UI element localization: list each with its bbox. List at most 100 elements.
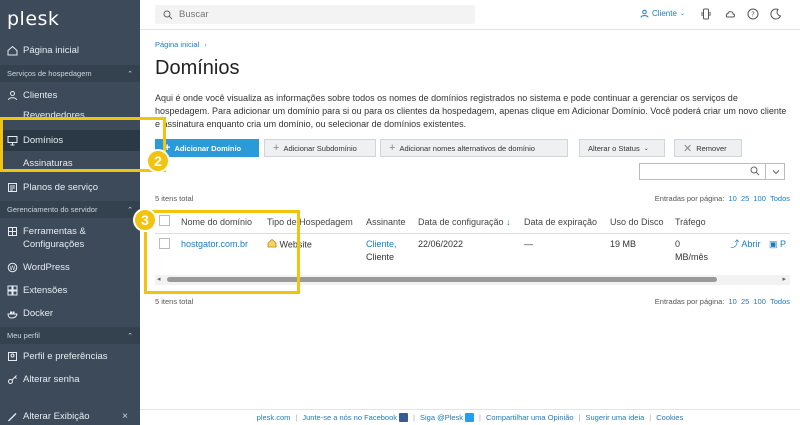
per-page-all[interactable]: Todos xyxy=(770,194,790,203)
subscriber-name: Cliente xyxy=(366,251,395,262)
user-icon xyxy=(640,9,649,18)
mobile-icon[interactable] xyxy=(700,8,712,20)
col-expiration[interactable]: Data de expiração xyxy=(520,211,606,234)
open-action[interactable]: ⤴ Abrir xyxy=(730,239,763,249)
footer-link-facebook[interactable]: Junte-se a nós no Facebook xyxy=(302,413,397,422)
breadcrumb-home[interactable]: Página inicial xyxy=(155,40,199,49)
svg-text:?: ? xyxy=(751,11,755,19)
divider: | xyxy=(295,413,298,422)
traffic-value: 0 xyxy=(675,238,681,249)
chevron-up-icon: ⌃ xyxy=(127,206,133,214)
divider: | xyxy=(578,413,581,422)
sidebar-item-wordpress[interactable]: W WordPress xyxy=(0,257,140,278)
plans-icon xyxy=(7,182,18,193)
key-icon xyxy=(7,374,18,385)
preview-action[interactable]: ▣ P xyxy=(769,239,786,249)
sidebar-item-extensions[interactable]: Extensões xyxy=(0,280,140,301)
plesk-logo[interactable]: plesk xyxy=(7,8,59,30)
per-page-100[interactable]: 100 xyxy=(753,194,766,203)
sidebar-section-profile[interactable]: Meu perfil ⌃ xyxy=(0,327,140,344)
cloud-icon[interactable] xyxy=(724,8,736,20)
change-status-button[interactable]: Alterar o Status ⌄ xyxy=(579,139,665,157)
per-page-bottom: Entradas por página: 10 25 100 Todos xyxy=(655,297,790,306)
sidebar-item-change-password[interactable]: Alterar senha xyxy=(0,369,140,390)
footer-link-opinion[interactable]: Compartilhar uma Opinião xyxy=(486,413,574,422)
sidebar-section-hosting[interactable]: Serviços de hospedagem ⌃ xyxy=(0,65,140,82)
sidebar-item-label: Docker xyxy=(23,308,54,319)
col-setup-date[interactable]: Data de configuração ↓ xyxy=(414,211,520,234)
wordpress-icon: W xyxy=(7,262,18,273)
sidebar-item-label: Planos de serviço xyxy=(23,182,98,193)
filter-dropdown[interactable] xyxy=(765,163,785,180)
sidebar-item-docker[interactable]: Docker xyxy=(0,303,140,324)
chevron-down-icon: ⌄ xyxy=(679,11,685,17)
preview-label: P xyxy=(779,238,786,249)
top-bar: Cliente ⌄ ? xyxy=(140,0,800,30)
button-label: Adicionar Domínio xyxy=(174,143,242,153)
per-page-25[interactable]: 25 xyxy=(741,297,749,306)
home-icon xyxy=(7,45,18,56)
col-subscriber[interactable]: Assinante xyxy=(362,211,414,234)
scroll-right-icon[interactable]: ▸ xyxy=(782,275,786,283)
per-page-10[interactable]: 10 xyxy=(729,297,737,306)
footer-link-cookies[interactable]: Cookies xyxy=(656,413,683,422)
divider: | xyxy=(413,413,415,422)
x-icon: ✕ xyxy=(683,142,693,155)
sidebar: plesk Página inicial Serviços de hospeda… xyxy=(0,0,140,425)
close-icon[interactable]: × xyxy=(122,411,128,422)
button-label: Adicionar Subdomínio xyxy=(283,143,357,153)
sidebar-item-home[interactable]: Página inicial xyxy=(0,40,140,61)
per-page-10[interactable]: 10 xyxy=(729,194,737,203)
search-icon[interactable] xyxy=(750,166,760,176)
add-domain-button[interactable]: + Adicionar Domínio xyxy=(155,139,259,157)
per-page-100[interactable]: 100 xyxy=(753,297,766,306)
col-label: Data de configuração xyxy=(418,216,504,227)
plus-icon: + xyxy=(273,142,280,154)
per-page-25[interactable]: 25 xyxy=(741,194,749,203)
sidebar-item-label: WordPress xyxy=(23,262,70,273)
moon-icon[interactable] xyxy=(770,8,782,20)
sidebar-item-clients[interactable]: Clientes xyxy=(0,85,140,106)
preview-icon: ▣ xyxy=(768,238,778,249)
remove-button[interactable]: ✕ Remover xyxy=(674,139,742,157)
sidebar-item-change-view[interactable]: Alterar Exibição × xyxy=(0,408,140,425)
sidebar-section-server[interactable]: Gerenciamento do servidor ⌃ xyxy=(0,201,140,218)
open-label: Abrir xyxy=(741,238,761,249)
sidebar-item-service-plans[interactable]: Planos de serviço xyxy=(0,177,140,198)
help-icon[interactable]: ? xyxy=(747,8,759,20)
svg-text:W: W xyxy=(10,265,16,272)
search-input[interactable] xyxy=(179,9,459,20)
twitter-icon xyxy=(465,413,475,422)
button-label: Alterar o Status xyxy=(588,143,640,153)
user-menu[interactable]: Cliente ⌄ xyxy=(640,9,685,18)
user-icon xyxy=(7,90,18,101)
sidebar-item-label: Alterar Exibição xyxy=(23,411,90,422)
col-disk-usage[interactable]: Uso do Disco xyxy=(606,211,671,234)
callout-box-domains xyxy=(0,117,166,172)
button-label: Remover xyxy=(696,143,727,153)
items-total-bottom: 5 itens total xyxy=(155,297,194,306)
col-traffic[interactable]: Tráfego xyxy=(671,211,790,234)
add-subdomain-button[interactable]: + Adicionar Subdomínio xyxy=(264,139,376,157)
open-icon: ⤴ xyxy=(730,238,740,249)
sidebar-item-profile[interactable]: Perfil e preferências xyxy=(0,346,140,367)
breadcrumb[interactable]: Página inicial › xyxy=(155,40,207,49)
items-total-top: 5 itens total xyxy=(155,194,194,203)
add-domain-alias-button[interactable]: + Adicionar nomes alternativos de domíni… xyxy=(380,139,568,157)
per-page-all[interactable]: Todos xyxy=(770,297,790,306)
sidebar-item-tools-line2[interactable]: Configurações xyxy=(0,234,140,255)
filter-input[interactable] xyxy=(639,163,785,180)
search-box[interactable] xyxy=(155,5,475,24)
chevron-down-icon xyxy=(772,169,779,174)
docker-icon xyxy=(7,308,18,319)
expiration-cell: — xyxy=(524,238,533,249)
footer-link-plesk[interactable]: plesk.com xyxy=(257,413,291,422)
profile-icon xyxy=(7,351,18,362)
footer-link-twitter[interactable]: Siga @Plesk xyxy=(420,413,463,422)
subscriber-link[interactable]: Cliente, xyxy=(366,239,397,249)
footer-link-suggest[interactable]: Sugerir uma ideia xyxy=(586,413,645,422)
callout-box-domain-link xyxy=(144,210,300,294)
search-icon xyxy=(163,10,173,19)
section-label: Gerenciamento do servidor xyxy=(7,205,98,214)
